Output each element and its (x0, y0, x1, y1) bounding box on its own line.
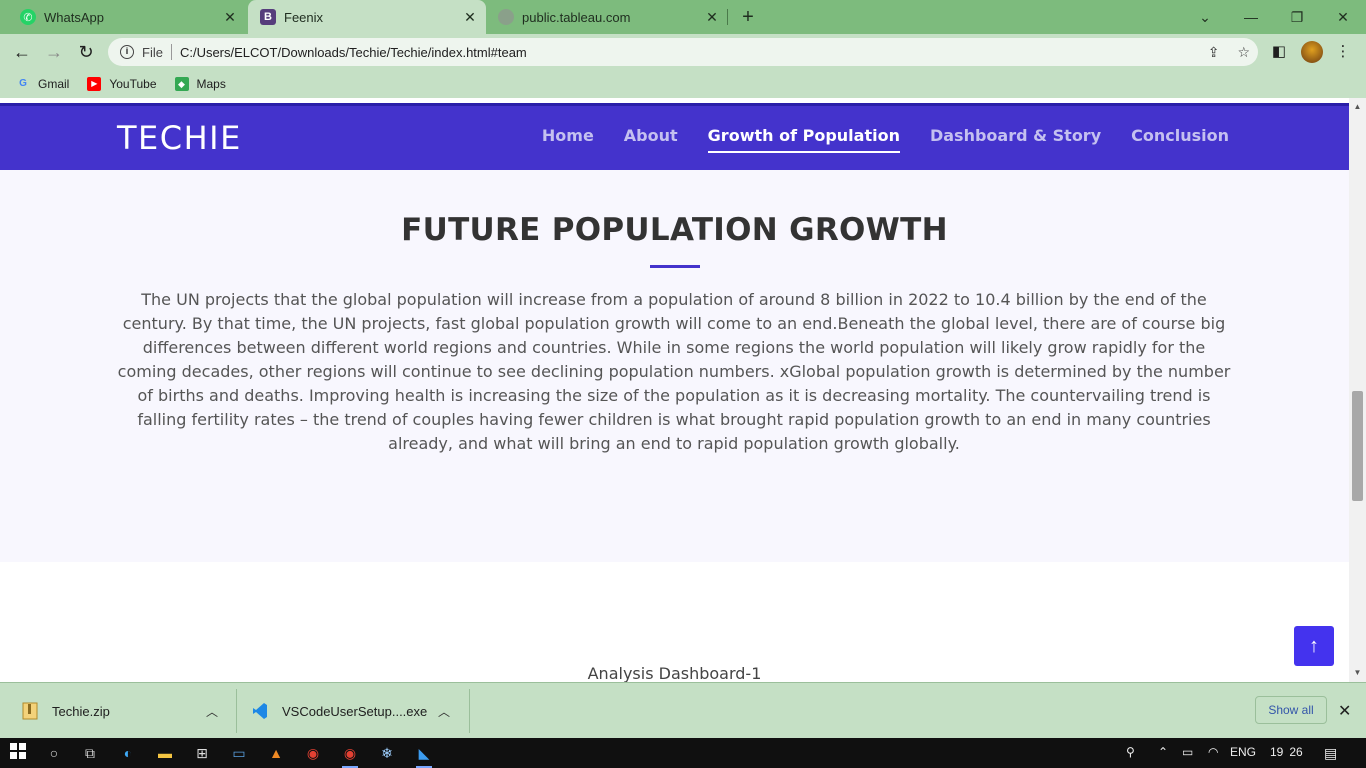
bootstrap-icon: B (260, 9, 276, 25)
divider (469, 689, 470, 733)
search-icon[interactable]: ○ (44, 743, 64, 763)
address-bar[interactable]: i File C:/Users/ELCOT/Downloads/Techie/T… (108, 38, 1258, 66)
section-heading: FUTURE POPULATION GROWTH (401, 212, 948, 248)
windows-start-icon[interactable] (8, 743, 28, 763)
show-all-button[interactable]: Show all (1255, 696, 1327, 724)
download-shelf: Techie.zip ︿ VSCodeUserSetup....exe ︿ Sh… (0, 682, 1366, 738)
tab-separator (727, 9, 728, 25)
file-explorer-icon[interactable]: ▬ (155, 743, 175, 763)
bookmarks-bar: G Gmail ▶ YouTube ◆ Maps (0, 70, 1366, 98)
scroll-up-icon[interactable]: ▲ (1349, 100, 1366, 114)
page-viewport: TECHIE Home About Growth of Population D… (0, 98, 1366, 682)
divider (236, 689, 237, 733)
info-icon[interactable]: i (120, 45, 134, 59)
snow-app-icon[interactable]: ❄ (377, 743, 397, 763)
bookmark-youtube[interactable]: ▶ YouTube (87, 77, 157, 91)
site-navbar: TECHIE Home About Growth of Population D… (0, 103, 1349, 170)
download-name: VSCodeUserSetup....exe (282, 703, 428, 719)
bookmark-label: YouTube (109, 77, 157, 91)
bookmark-label: Gmail (38, 77, 70, 91)
dashboard-title: Analysis Dashboard-1 (587, 664, 762, 682)
store-icon[interactable]: ⊞ (192, 743, 212, 763)
tab-strip: ✆ WhatsApp ✕ B Feenix ✕ public.tableau.c… (0, 0, 1366, 34)
google-icon: G (19, 78, 27, 89)
tab-search-button[interactable]: ⌄ (1182, 0, 1228, 34)
section-body: The UN projects that the global populati… (117, 290, 1231, 453)
back-to-top-button[interactable]: ↑ (1294, 626, 1334, 666)
bookmark-label: Maps (196, 77, 226, 91)
notification-icon[interactable]: ▤ (1324, 745, 1337, 762)
scroll-down-icon[interactable]: ▼ (1349, 666, 1366, 680)
task-view-icon[interactable]: ⧉ (80, 743, 100, 763)
browser-toolbar: ← → ↻ i File C:/Users/ELCOT/Downloads/Te… (0, 34, 1366, 70)
clock[interactable]: 19 26 (1270, 745, 1303, 759)
url-text[interactable]: C:/Users/ELCOT/Downloads/Techie/Techie/i… (180, 45, 527, 60)
heading-underline (650, 265, 700, 268)
globe-icon (498, 9, 514, 25)
monitor-icon[interactable]: ▭ (229, 743, 249, 763)
close-icon[interactable]: ✕ (704, 9, 720, 25)
tab-title: Feenix (284, 9, 324, 25)
close-icon[interactable]: ✕ (222, 9, 238, 25)
close-icon[interactable]: ✕ (1338, 701, 1351, 721)
avatar[interactable] (1301, 41, 1323, 63)
tab-whatsapp[interactable]: ✆ WhatsApp ✕ (0, 0, 246, 34)
wifi-icon[interactable]: ◠ (1208, 745, 1218, 759)
back-button[interactable]: ← (10, 40, 34, 64)
forward-button[interactable]: → (42, 40, 66, 64)
nav-conclusion[interactable]: Conclusion (1131, 126, 1229, 153)
page-scrollbar[interactable]: ▲ ▼ (1349, 98, 1366, 682)
chevron-up-icon[interactable]: ︿ (206, 703, 218, 720)
vscode-taskbar-icon[interactable]: ◣ (414, 743, 434, 768)
youtube-icon: ▶ (87, 77, 102, 91)
vscode-icon (253, 703, 267, 719)
nav-home[interactable]: Home (542, 126, 594, 153)
chevron-up-icon[interactable]: ︿ (438, 703, 450, 720)
share-icon[interactable]: ⇪ (1208, 44, 1220, 61)
reload-button[interactable]: ↻ (74, 40, 98, 64)
download-item[interactable]: Techie.zip ︿ (22, 683, 232, 739)
vlc-icon[interactable]: ▲ (266, 743, 286, 763)
tab-feenix[interactable]: B Feenix ✕ (248, 0, 486, 34)
download-item[interactable]: VSCodeUserSetup....exe ︿ (252, 683, 464, 739)
close-icon[interactable]: ✕ (462, 9, 478, 25)
tab-title: public.tableau.com (522, 9, 631, 25)
new-tab-button[interactable]: + (738, 7, 758, 27)
menu-icon[interactable]: ⋮ (1333, 42, 1353, 62)
tab-tableau[interactable]: public.tableau.com ✕ (488, 0, 728, 34)
site-nav: Home About Growth of Population Dashboar… (542, 126, 1229, 153)
windows-taskbar: ○ ⧉ ◐ ▬ ⊞ ▭ ▲ ◉ ◉ ❄ ◣ ⚲ ⌃ ▭ ◠ ENG 19 26 … (0, 738, 1366, 768)
site-brand[interactable]: TECHIE (117, 119, 242, 157)
tray-chevron-icon[interactable]: ⌃ (1158, 745, 1168, 759)
future-population-section: FUTURE POPULATION GROWTH The UN projects… (0, 170, 1349, 562)
nav-dashboard-story[interactable]: Dashboard & Story (930, 126, 1101, 153)
whatsapp-icon: ✆ (20, 9, 36, 25)
minimize-button[interactable]: — (1228, 0, 1274, 34)
zip-icon (22, 702, 38, 720)
nav-growth-of-population[interactable]: Growth of Population (707, 126, 900, 153)
download-name: Techie.zip (52, 703, 110, 719)
maps-icon: ◆ (174, 77, 189, 91)
nav-about[interactable]: About (624, 126, 678, 153)
battery-icon[interactable]: ▭ (1182, 745, 1193, 759)
restore-button[interactable]: ❐ (1274, 0, 1320, 34)
people-icon[interactable]: ⚲ (1126, 745, 1135, 759)
bookmark-star-icon[interactable]: ☆ (1237, 44, 1250, 61)
tab-title: WhatsApp (44, 9, 104, 25)
side-panel-icon[interactable]: ◧ (1269, 42, 1289, 62)
window-close-button[interactable]: ✕ (1320, 0, 1366, 34)
chrome-active-icon[interactable]: ◉ (340, 743, 360, 768)
edge-icon[interactable]: ◐ (118, 743, 138, 763)
scrollbar-thumb[interactable] (1352, 391, 1363, 501)
chrome-icon[interactable]: ◉ (303, 743, 323, 763)
language-indicator[interactable]: ENG (1230, 745, 1256, 759)
scheme-label: File (142, 44, 163, 60)
bookmark-maps[interactable]: ◆ Maps (174, 77, 226, 91)
bookmark-gmail[interactable]: G Gmail (16, 77, 69, 91)
divider (170, 44, 172, 60)
arrow-up-icon: ↑ (1309, 635, 1319, 657)
